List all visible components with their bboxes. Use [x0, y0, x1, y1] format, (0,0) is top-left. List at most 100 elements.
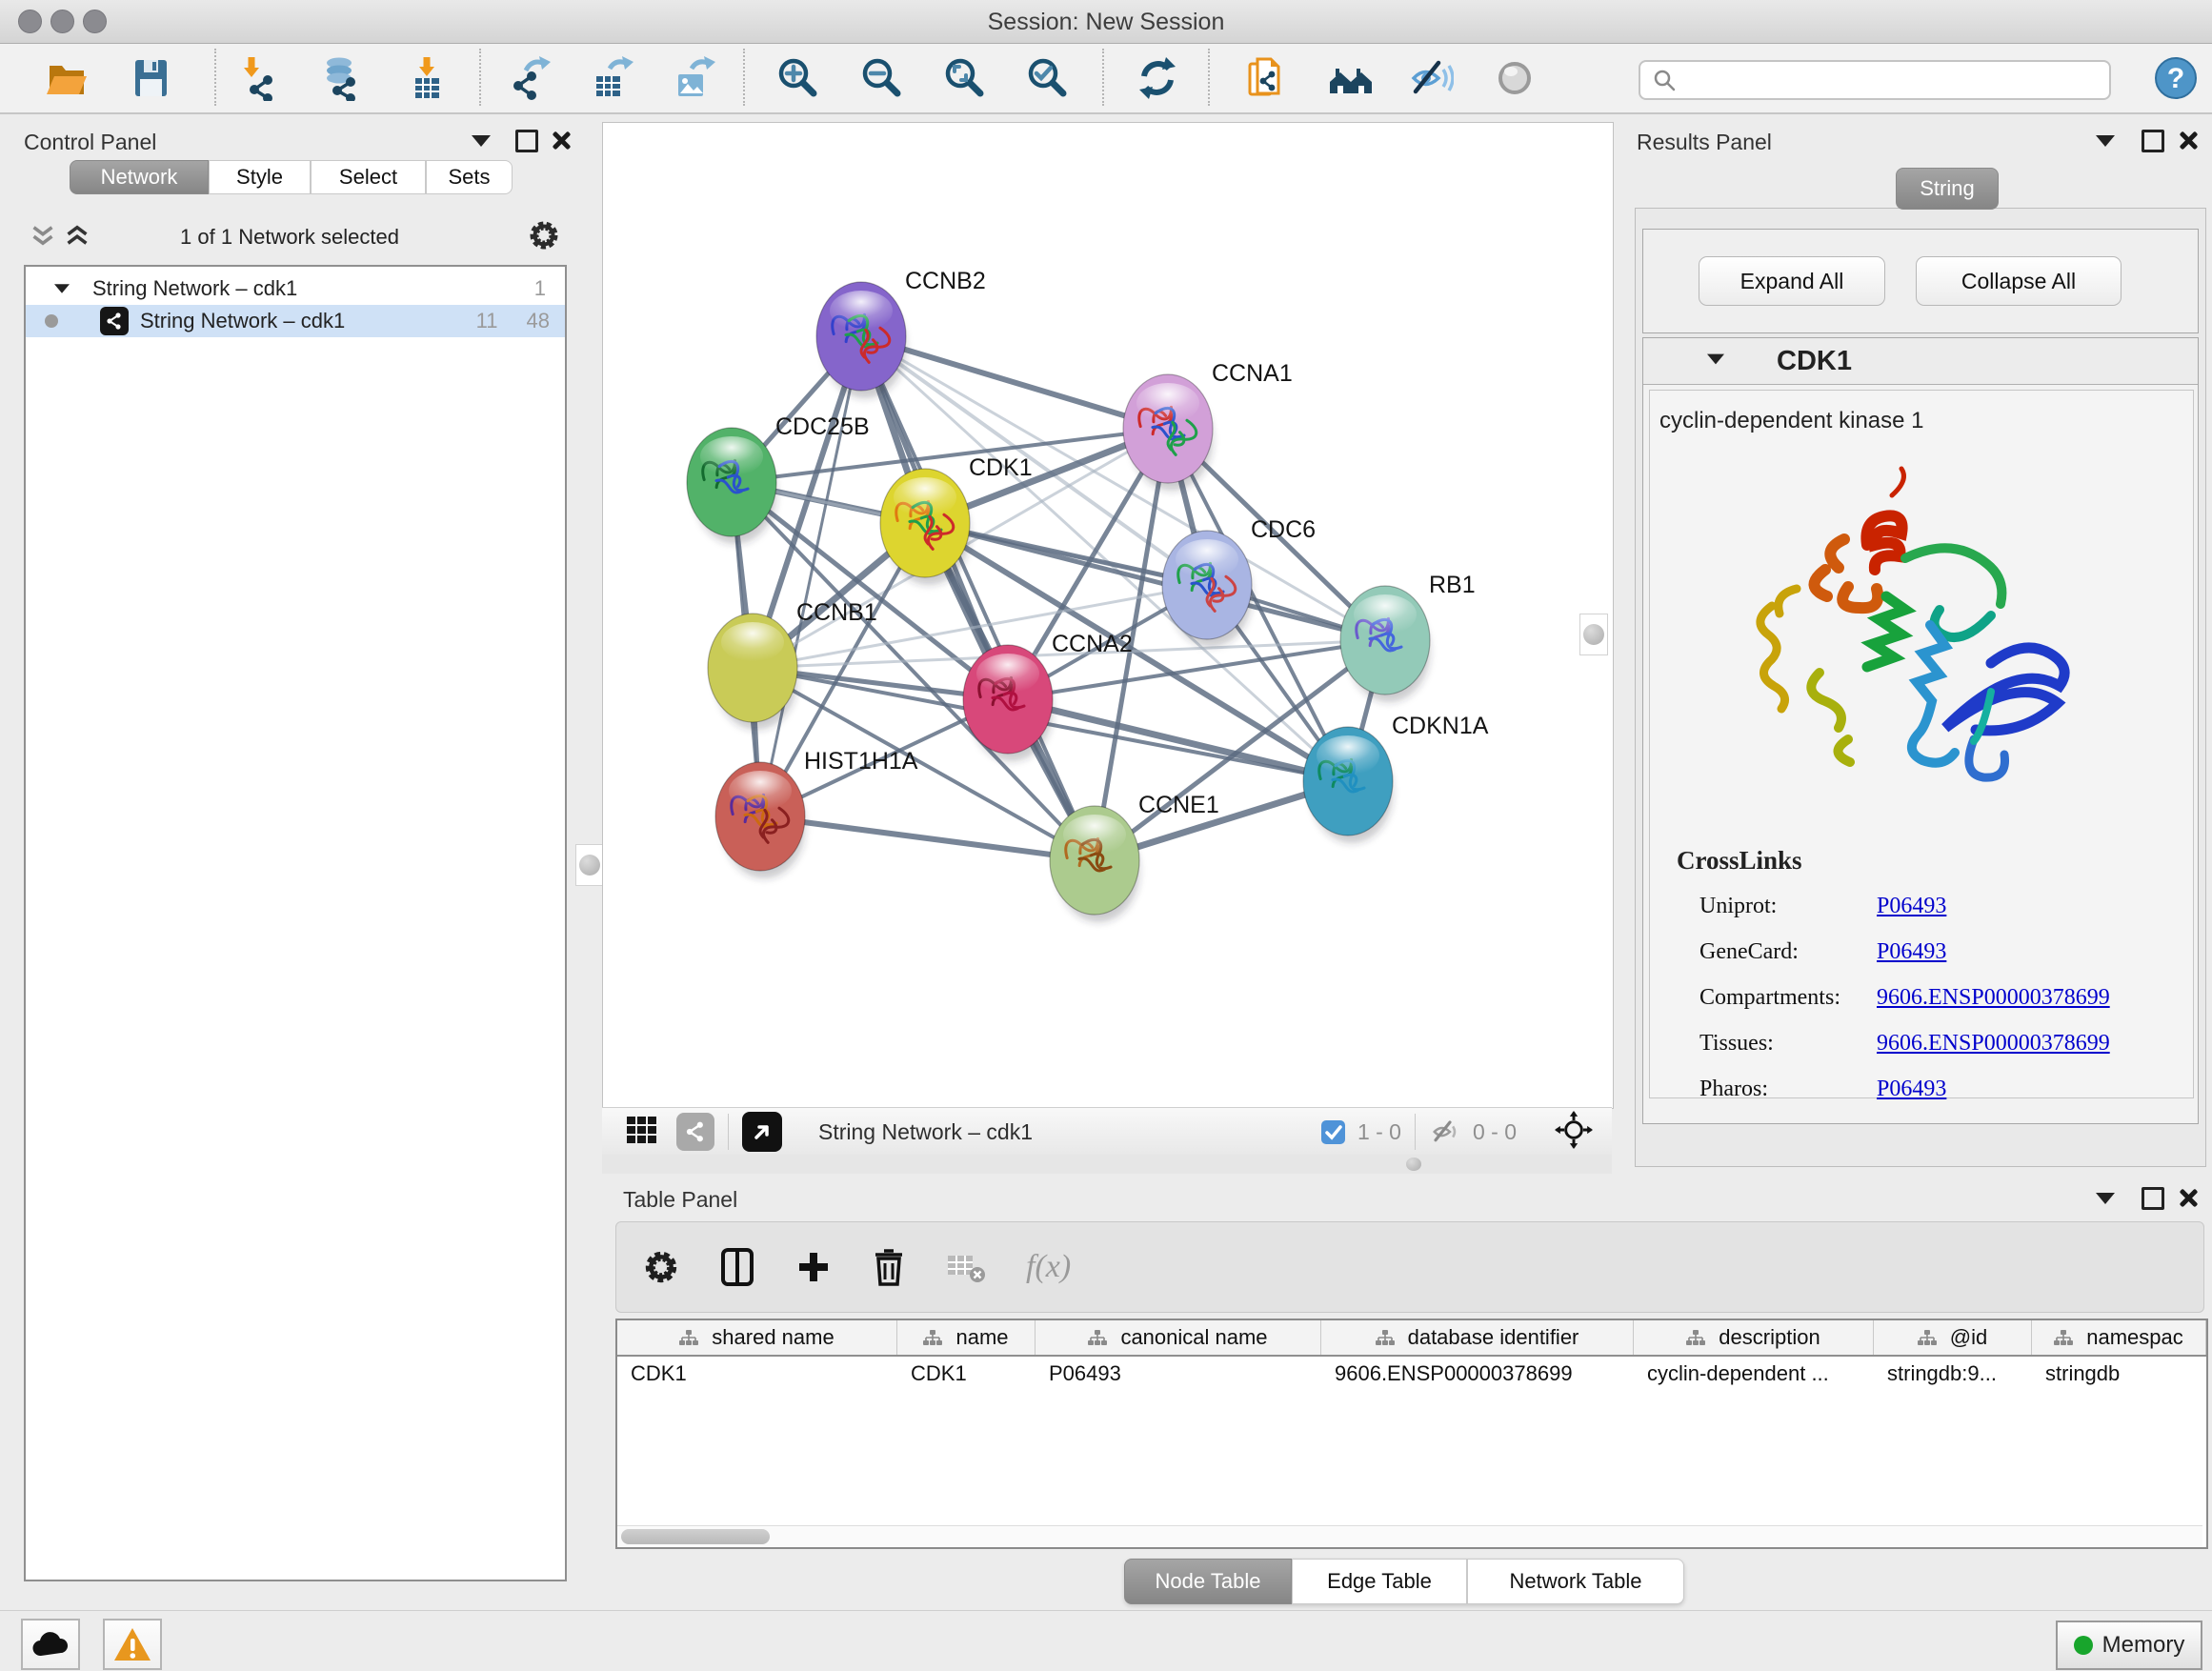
results-panel-float-icon[interactable]: [2142, 130, 2164, 152]
save-session-icon[interactable]: [126, 53, 175, 103]
section-expander-icon[interactable]: [1707, 354, 1724, 365]
horizontal-splitter[interactable]: [602, 1155, 1612, 1174]
table-cell[interactable]: CDK1: [897, 1357, 1036, 1391]
application-window: Session: New Session: [0, 0, 2212, 1671]
tab-node-table[interactable]: Node Table: [1124, 1559, 1292, 1604]
warnings-button[interactable]: [103, 1619, 162, 1670]
scrollbar-thumb[interactable]: [621, 1529, 770, 1544]
toolbar-divider: [1208, 49, 1210, 106]
selected-count-group: 1 - 0: [1320, 1119, 1401, 1145]
zoom-fit-icon[interactable]: [940, 53, 990, 103]
help-icon[interactable]: ?: [2151, 53, 2201, 103]
memory-button[interactable]: Memory: [2056, 1621, 2202, 1670]
control-panel-float-icon[interactable]: [515, 130, 538, 152]
export-table-icon[interactable]: [587, 53, 636, 103]
show-columns-icon[interactable]: [719, 1247, 755, 1287]
network-options-gear-icon[interactable]: [528, 219, 560, 256]
protein-name: CDK1: [1777, 346, 1852, 377]
network-svg[interactable]: CCNB2CCNA1CDC25BCDK1CDC6RB1CCNB1CCNA2CDK…: [603, 123, 1613, 1108]
tab-string[interactable]: String: [1896, 168, 1999, 210]
import-table-icon[interactable]: [402, 53, 452, 103]
glass-eye-icon[interactable]: [1490, 53, 1539, 103]
column-header[interactable]: name: [897, 1320, 1036, 1355]
network-view-toolbar: String Network – cdk1 1 - 0 0 - 0: [602, 1107, 1612, 1156]
table-row[interactable]: CDK1CDK1P064939606.ENSP00000378699cyclin…: [617, 1357, 2206, 1391]
hide-glass-eye-icon[interactable]: [1406, 53, 1456, 103]
cloud-icon: [31, 1631, 70, 1658]
expand-collapse-box: Expand All Collapse All: [1642, 229, 2199, 333]
node-table[interactable]: shared namenamecanonical namedatabase id…: [615, 1319, 2208, 1549]
svg-text:CDC25B: CDC25B: [775, 413, 870, 440]
birds-eye-view-icon[interactable]: [1555, 1111, 1593, 1154]
svg-text:RB1: RB1: [1429, 572, 1476, 598]
cloud-button[interactable]: [21, 1619, 80, 1670]
table-cell[interactable]: stringdb:9...: [1874, 1357, 2032, 1391]
main-toolbar: ?: [0, 44, 2212, 114]
table-cell[interactable]: CDK1: [617, 1357, 897, 1391]
crosslink-link[interactable]: 9606.ENSP00000378699: [1877, 985, 2110, 1011]
left-splitter-handle[interactable]: [575, 844, 604, 886]
crosslink-link[interactable]: P06493: [1877, 894, 1946, 919]
protein-structure-image: [1705, 453, 2077, 825]
status-bar: Memory: [0, 1610, 2212, 1671]
network-canvas[interactable]: CCNB2CCNA1CDC25BCDK1CDC6RB1CCNB1CCNA2CDK…: [602, 122, 1614, 1109]
string-style-icon[interactable]: [676, 1113, 714, 1151]
table-panel-float-icon[interactable]: [2142, 1187, 2164, 1210]
table-gear-icon[interactable]: [643, 1249, 679, 1285]
column-header[interactable]: canonical name: [1036, 1320, 1321, 1355]
string-import-document-icon[interactable]: [1242, 53, 1292, 103]
expand-all-button[interactable]: Expand All: [1699, 256, 1885, 306]
crosslink-link[interactable]: 9606.ENSP00000378699: [1877, 1031, 2110, 1057]
function-builder-icon: f(x): [1026, 1249, 1071, 1285]
collection-expander-icon[interactable]: [54, 284, 70, 293]
table-horizontal-scrollbar[interactable]: [617, 1525, 2202, 1547]
table-panel-menu-icon[interactable]: [2096, 1193, 2115, 1204]
tab-style[interactable]: Style: [209, 160, 311, 194]
zoom-in-icon[interactable]: [774, 53, 823, 103]
open-session-icon[interactable]: [42, 53, 91, 103]
tab-select[interactable]: Select: [311, 160, 426, 194]
warning-icon: [112, 1626, 152, 1662]
column-header[interactable]: namespac: [2032, 1320, 2206, 1355]
column-header[interactable]: @id: [1874, 1320, 2032, 1355]
tab-edge-table[interactable]: Edge Table: [1292, 1559, 1467, 1604]
column-header[interactable]: database identifier: [1321, 1320, 1634, 1355]
zoom-selected-icon[interactable]: [1023, 53, 1073, 103]
column-header[interactable]: description: [1634, 1320, 1874, 1355]
import-network-icon[interactable]: [234, 53, 284, 103]
tab-network[interactable]: Network: [70, 160, 209, 194]
delete-column-icon[interactable]: [872, 1247, 906, 1287]
hidden-eye-icon[interactable]: [1429, 1117, 1461, 1146]
control-panel-menu-icon[interactable]: [472, 135, 491, 147]
export-network-icon[interactable]: [505, 53, 554, 103]
table-panel-close-icon[interactable]: [2178, 1188, 2197, 1207]
add-column-icon[interactable]: [795, 1249, 832, 1285]
table-cell[interactable]: cyclin-dependent ...: [1634, 1357, 1874, 1391]
crosslink-link[interactable]: P06493: [1877, 1077, 1946, 1102]
open-in-new-window-icon[interactable]: [742, 1112, 782, 1152]
table-cell[interactable]: 9606.ENSP00000378699: [1321, 1357, 1634, 1391]
selected-checkbox-icon[interactable]: [1320, 1119, 1346, 1145]
string-home-icon[interactable]: [1326, 53, 1376, 103]
collapse-all-button[interactable]: Collapse All: [1916, 256, 2122, 306]
results-panel-close-icon[interactable]: [2178, 131, 2197, 150]
apply-style-refresh-icon[interactable]: [1133, 53, 1182, 103]
right-splitter-handle[interactable]: [1579, 614, 1608, 655]
column-header[interactable]: shared name: [617, 1320, 897, 1355]
search-field[interactable]: [1639, 60, 2111, 100]
network-collection-row[interactable]: String Network – cdk1 1: [26, 272, 565, 305]
crosslink-link[interactable]: P06493: [1877, 939, 1946, 965]
results-panel-menu-icon[interactable]: [2096, 135, 2115, 147]
search-input[interactable]: [1677, 67, 2081, 93]
table-cell[interactable]: stringdb: [2032, 1357, 2206, 1391]
zoom-out-icon[interactable]: [857, 53, 907, 103]
export-image-icon[interactable]: [669, 53, 718, 103]
show-grid-icon[interactable]: [625, 1113, 659, 1152]
network-row-selected[interactable]: String Network – cdk1 11 48: [26, 305, 565, 337]
protein-section-header[interactable]: CDK1: [1643, 338, 2198, 385]
table-cell[interactable]: P06493: [1036, 1357, 1321, 1391]
tab-network-table[interactable]: Network Table: [1467, 1559, 1684, 1604]
import-network-from-database-icon[interactable]: [316, 53, 366, 103]
control-panel-close-icon[interactable]: [551, 131, 570, 150]
tab-sets[interactable]: Sets: [426, 160, 513, 194]
